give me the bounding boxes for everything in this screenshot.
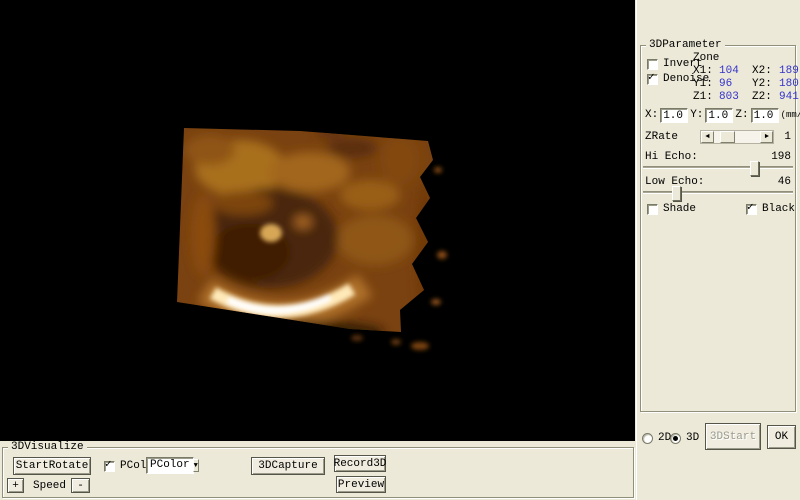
pcolor-dropdown-value: PColor: [147, 459, 193, 471]
denoise-checkbox-box[interactable]: [647, 74, 658, 85]
visualize-group-title: 3DVisualize: [8, 441, 87, 453]
mode-3d-radio-circle[interactable]: [670, 433, 681, 444]
parameter-group-title: 3DParameter: [646, 39, 725, 51]
voxel-scale-row: X: Y: Z: (mm/p): [645, 108, 793, 123]
ok-button[interactable]: OK: [767, 425, 796, 449]
zrate-value: 1: [784, 131, 791, 143]
shade-checkbox[interactable]: Shade: [647, 203, 696, 215]
z-scale-label: Z:: [735, 109, 748, 121]
ultrasound-3d-app: 3DParameter Invert Denoise Zone X1: 104 …: [0, 0, 800, 500]
speed-minus-button[interactable]: -: [71, 478, 90, 493]
zrate-label: ZRate: [645, 131, 678, 143]
shade-label: Shade: [663, 203, 696, 215]
scale-unit-label: (mm/p): [781, 111, 800, 121]
x-scale-label: X:: [645, 109, 658, 121]
zrate-scroll-right-icon[interactable]: [760, 131, 773, 143]
mode-3d-radio[interactable]: 3D: [670, 432, 699, 444]
zrate-scrollbar[interactable]: [700, 130, 774, 144]
start-rotate-button[interactable]: StartRotate: [13, 457, 91, 475]
preview-button[interactable]: Preview: [336, 476, 386, 493]
speed-plus-button[interactable]: +: [7, 478, 24, 493]
hi-echo-track: [643, 167, 793, 169]
parameter-groupbox: 3DParameter Invert Denoise Zone X1: 104 …: [640, 45, 796, 412]
low-echo-track: [643, 192, 793, 194]
pcolor-checkbox-box[interactable]: [104, 461, 115, 472]
3dcapture-button[interactable]: 3DCapture: [251, 457, 325, 475]
invert-checkbox-box[interactable]: [647, 59, 658, 70]
z-scale-input[interactable]: [751, 108, 779, 123]
hi-echo-thumb[interactable]: [750, 161, 759, 176]
zone-row-z: Z1: 803 Z2: 941: [693, 91, 800, 103]
zone-row-y: Y1: 96 Y2: 180: [693, 78, 800, 90]
y-scale-label: Y:: [690, 109, 703, 121]
y-scale-input[interactable]: [705, 108, 733, 123]
visualize-groupbox: 3DVisualize StartRotate + Speed - PColor…: [2, 447, 634, 498]
parameter-panel: 3DParameter Invert Denoise Zone X1: 104 …: [636, 0, 800, 500]
zone-row-x: X1: 104 X2: 189: [693, 65, 800, 77]
pcolor-dropdown-arrow-icon[interactable]: [193, 459, 199, 472]
shade-checkbox-box[interactable]: [647, 204, 658, 215]
ultrasound-render: [0, 0, 635, 441]
zrate-scrollbar-thumb[interactable]: [720, 131, 735, 143]
zrate-scroll-left-icon[interactable]: [701, 131, 714, 143]
mode-3d-label: 3D: [686, 432, 699, 444]
low-echo-thumb[interactable]: [672, 186, 681, 201]
3dstart-button[interactable]: 3DStart: [705, 423, 761, 450]
zone-title: Zone: [693, 52, 800, 64]
hi-echo-slider[interactable]: [643, 160, 793, 176]
speed-label: Speed: [33, 480, 66, 492]
zrate-row: ZRate 1: [645, 130, 791, 144]
record3d-button[interactable]: Record3D: [334, 455, 386, 472]
low-echo-slider[interactable]: [643, 185, 793, 201]
mode-2d-radio-circle[interactable]: [642, 433, 653, 444]
black-checkbox-box[interactable]: [746, 204, 757, 215]
visualize-panel: 3DVisualize StartRotate + Speed - PColor…: [0, 441, 636, 500]
x-scale-input[interactable]: [660, 108, 688, 123]
black-checkbox[interactable]: Black: [746, 203, 795, 215]
render-viewport[interactable]: [0, 0, 635, 441]
pcolor-dropdown[interactable]: PColor: [146, 457, 194, 474]
mode-2d-radio[interactable]: 2D: [642, 432, 671, 444]
zone-readout: Zone X1: 104 X2: 189 Y1: 96 Y2: 180 Z1: …: [693, 52, 800, 103]
black-label: Black: [762, 203, 795, 215]
